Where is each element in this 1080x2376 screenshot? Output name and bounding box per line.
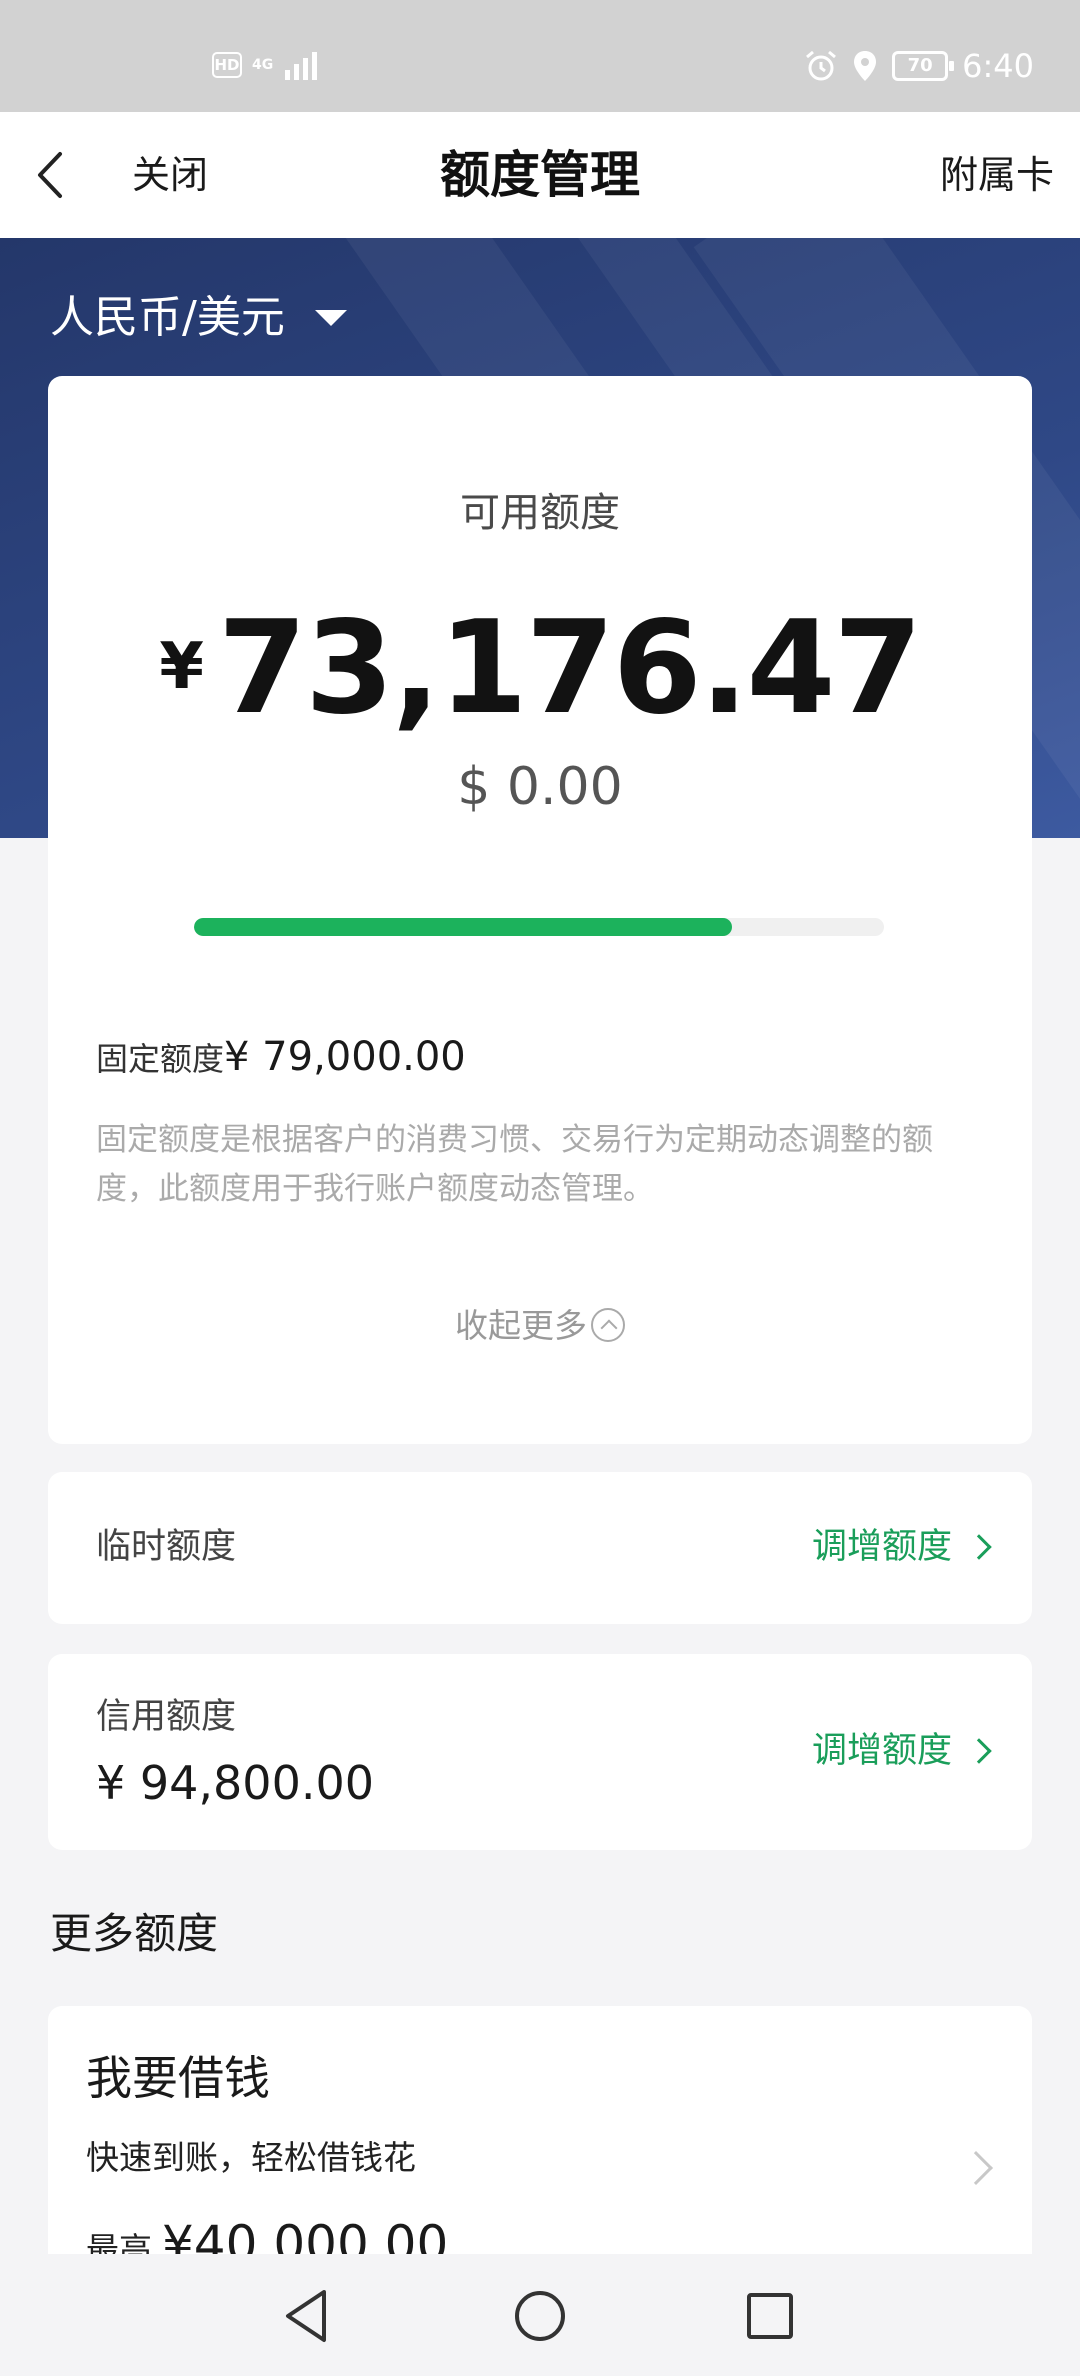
credit-increase-label: 调增额度: [811, 1731, 952, 1771]
available-limit-card: 可用额度 ¥73,176.47 $ 0.00 固定额度¥ 79,000.00 固…: [48, 376, 1032, 1444]
alarm-icon: [806, 50, 837, 81]
collapse-more-label: 收起更多: [455, 1306, 587, 1345]
system-recent-apps-icon[interactable]: [738, 2284, 802, 2348]
fixed-limit-value: ¥ 79,000.00: [224, 1034, 466, 1080]
limit-progress-bar: [194, 918, 884, 936]
more-limits-title: 更多额度: [50, 1909, 219, 1958]
loan-title: 我要借钱: [86, 2051, 270, 2105]
temporary-limit-label: 临时额度: [96, 1527, 237, 1567]
currency-label: 人民币/美元: [50, 292, 285, 343]
chevron-right-icon: [966, 1534, 992, 1560]
network-type: 4G: [252, 57, 274, 73]
page-title: 额度管理: [440, 146, 640, 204]
fixed-limit-label: 固定额度: [96, 1040, 225, 1078]
fixed-limit-row: 固定额度¥ 79,000.00: [96, 1032, 466, 1090]
loan-subtitle: 快速到账，轻松借钱花: [86, 2138, 416, 2177]
temporary-limit-card: 临时额度 调增额度: [48, 1472, 1032, 1624]
nav-bar: 关闭 额度管理 附属卡: [0, 112, 1080, 238]
credit-limit-card: 信用额度 ¥ 94,800.00 调增额度: [48, 1654, 1032, 1850]
location-icon: [854, 51, 877, 81]
collapse-more-button[interactable]: 收起更多: [48, 1304, 1032, 1348]
currency-symbol: ¥: [159, 630, 204, 704]
status-time: 6:40: [962, 47, 1034, 85]
credit-limit-value: ¥ 94,800.00: [96, 1756, 374, 1810]
fixed-limit-description: 固定额度是根据客户的消费习惯、交易行为定期动态调整的额度，此额度用于我行账户额度…: [96, 1122, 933, 1207]
chevron-right-icon: [966, 1738, 992, 1764]
battery-icon: 70: [892, 51, 955, 81]
hd-badge: HD: [212, 52, 242, 78]
temporary-increase-button[interactable]: 调增额度: [811, 1524, 992, 1570]
system-nav-bar: [0, 2254, 1080, 2376]
credit-limit-label: 信用额度: [96, 1697, 237, 1737]
system-back-icon[interactable]: [276, 2284, 340, 2348]
status-left-group: HD 4G: [212, 50, 319, 80]
available-limit-label: 可用额度: [460, 490, 620, 536]
chevron-right-icon: [959, 2151, 993, 2185]
currency-selector[interactable]: 人民币/美元: [50, 290, 347, 346]
available-amount-value: 73,176.47: [217, 594, 923, 743]
limit-progress-fill: [194, 918, 733, 936]
chevron-up-circle-icon: [591, 1308, 625, 1342]
caret-down-icon: [314, 310, 347, 326]
supplementary-card-button[interactable]: 附属卡: [940, 150, 1054, 200]
system-home-icon[interactable]: [508, 2284, 572, 2348]
credit-increase-button[interactable]: 调增额度: [811, 1728, 992, 1774]
signal-icon: [285, 52, 318, 80]
available-limit-amount: ¥73,176.47: [48, 594, 1032, 744]
usd-amount: $ 0.00: [457, 757, 623, 817]
status-bar: HD 4G 70 6:40: [0, 0, 1080, 112]
status-right-group: 70 6:40: [804, 46, 1034, 86]
temporary-increase-label: 调增额度: [811, 1527, 952, 1567]
